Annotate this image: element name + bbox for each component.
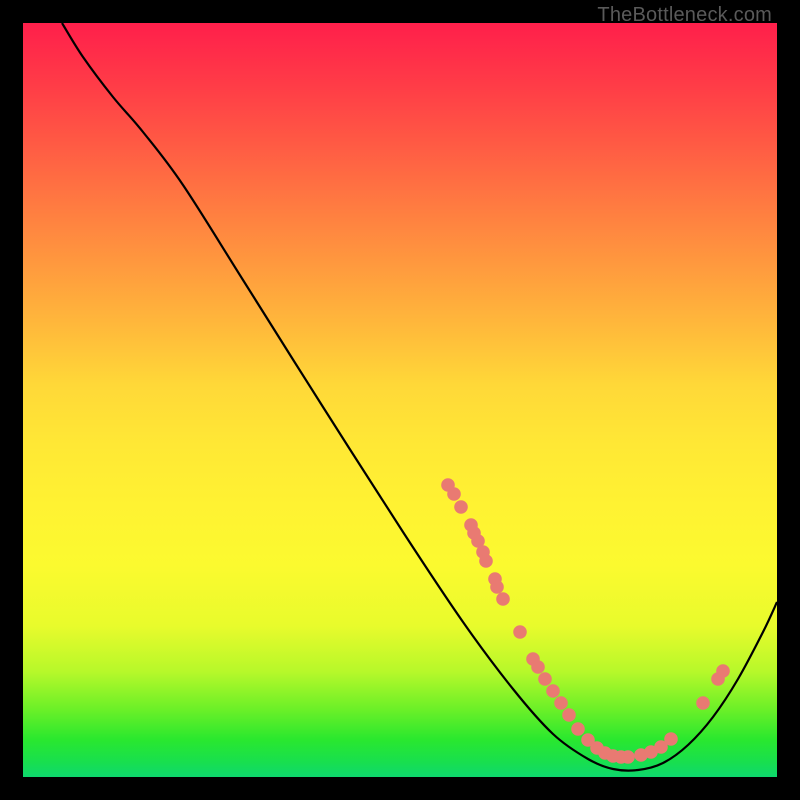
data-marker [531,660,545,674]
data-marker [479,554,493,568]
data-marker [554,696,568,710]
watermark-text: TheBottleneck.com [597,4,772,27]
data-markers [441,478,730,764]
bottleneck-curve [62,23,777,771]
data-marker [562,708,576,722]
data-marker [571,722,585,736]
data-marker [538,672,552,686]
data-marker [496,592,510,606]
chart-area [23,23,777,777]
data-marker [454,500,468,514]
data-marker [447,487,461,501]
data-marker [621,750,635,764]
data-marker [664,732,678,746]
data-marker [513,625,527,639]
chart-svg [23,23,777,777]
data-marker [696,696,710,710]
data-marker [546,684,560,698]
data-marker [716,664,730,678]
data-marker [490,580,504,594]
